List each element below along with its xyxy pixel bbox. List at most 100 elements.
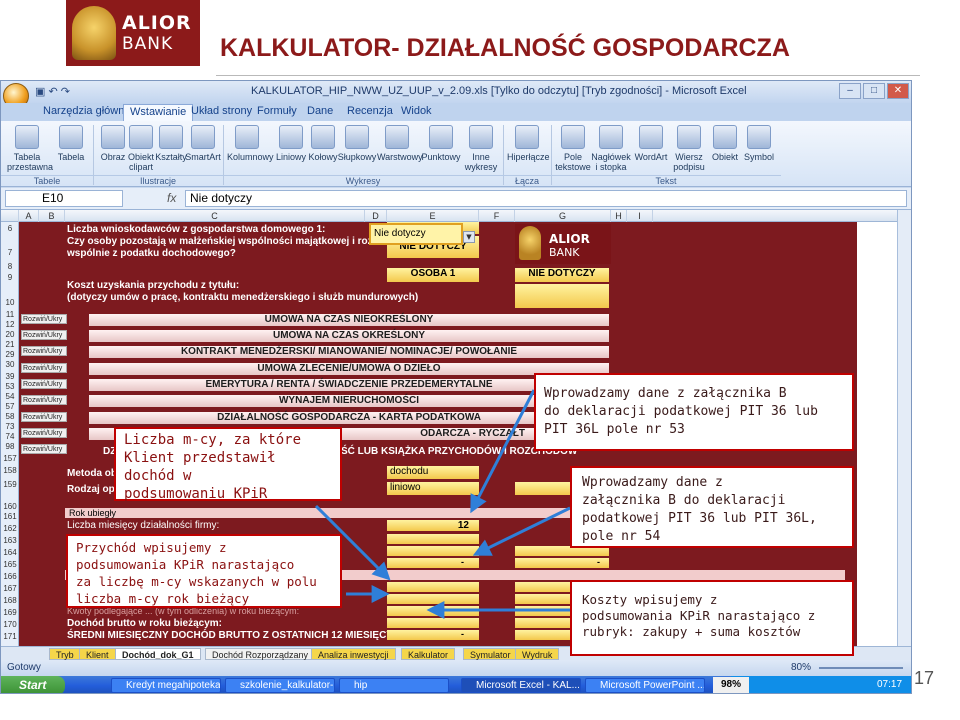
zoom-slider[interactable] [819, 667, 903, 669]
tab-home[interactable]: Narzędzia główne [37, 104, 136, 121]
row-number[interactable]: 158 [1, 466, 19, 475]
column-header[interactable]: C [65, 210, 365, 222]
redo-icon[interactable]: ↷ [61, 86, 70, 98]
row-number[interactable]: 74 [1, 432, 19, 441]
column-chart-button[interactable]: Kolumnowy [227, 125, 274, 162]
sheet-tab[interactable]: Klient [79, 648, 116, 660]
column-header[interactable]: E [387, 210, 479, 222]
cell-e165[interactable] [387, 558, 479, 568]
cell-e171[interactable] [387, 630, 479, 640]
cell-person2-cost[interactable] [515, 284, 609, 308]
cell-koszt-line2[interactable]: (dotyczy umów o pracę, kontraktu menedże… [67, 292, 418, 303]
clock[interactable]: 07:17 [877, 679, 902, 690]
row-number[interactable]: 165 [1, 560, 19, 569]
cell-q2-line2[interactable]: wspólnie z podatku dochodowego? [67, 248, 236, 259]
section-employment-indefinite[interactable]: UMOWA NA CZAS NIEOKREŚLONY [89, 314, 609, 326]
expand-toggle[interactable]: Rozwiń/Ukry [21, 379, 67, 389]
row-number[interactable]: 73 [1, 422, 19, 431]
row-number[interactable]: 8 [1, 262, 19, 271]
cell-e169[interactable] [387, 606, 479, 616]
cell-koszt-line1[interactable]: Koszt uzyskania przychodu z tytułu: [67, 280, 239, 291]
section-rental[interactable]: WYNAJEM NIERUCHOMOŚCI [89, 395, 609, 407]
tab-page-layout[interactable]: Układ strony [185, 104, 258, 121]
sheet-tab-active[interactable]: Dochód_dok_G1 [115, 648, 201, 660]
tab-view[interactable]: Widok [395, 104, 438, 121]
wordart-button[interactable]: WordArt [631, 125, 671, 162]
row-number[interactable]: 54 [1, 392, 19, 401]
tab-review[interactable]: Recenzja [341, 104, 399, 121]
cell-e164[interactable] [387, 546, 479, 556]
sheet-blank-area[interactable] [857, 222, 897, 646]
sheet-tab[interactable]: Wydruk [515, 648, 560, 660]
row-number[interactable]: 170 [1, 620, 19, 629]
row-number[interactable]: 21 [1, 340, 19, 349]
expand-toggle[interactable]: Rozwiń/Ukry [21, 314, 67, 324]
pivot-table-button[interactable]: Tabela przestawna [7, 125, 53, 172]
cell-e167[interactable] [387, 582, 479, 592]
cell-liczba-value[interactable]: 12 [387, 520, 479, 531]
cell-g165[interactable] [515, 558, 609, 568]
sheet-tab[interactable]: Symulator [463, 648, 518, 660]
fx-icon[interactable]: fx [167, 191, 176, 205]
quick-access-toolbar[interactable]: ▣ ↶ ↷ [35, 85, 70, 98]
expand-toggle[interactable]: Rozwiń/Ukry [21, 363, 67, 373]
expand-toggle[interactable]: Rozwiń/Ukry [21, 395, 67, 405]
select-all-corner[interactable] [1, 210, 19, 222]
row-number[interactable]: 9 [1, 273, 19, 282]
expand-toggle[interactable]: Rozwiń/Ukry [21, 330, 67, 340]
row-number[interactable]: 166 [1, 572, 19, 581]
cell-metoda-value[interactable]: dochodu [387, 466, 479, 479]
expand-toggle[interactable]: Rozwiń/Ukry [21, 428, 67, 438]
sheet-tab[interactable]: Dochód Rozporządzany [205, 648, 316, 660]
row-number[interactable]: 53 [1, 382, 19, 391]
column-header[interactable]: G [515, 210, 611, 222]
section-business-tax-card[interactable]: DZIAŁALNOŚĆ GOSPODARCZA - KARTA PODATKOW… [89, 412, 609, 424]
tab-insert[interactable]: Wstawianie [123, 104, 194, 121]
vertical-scrollbar[interactable] [897, 210, 911, 646]
row-number[interactable]: 29 [1, 350, 19, 359]
row-number[interactable]: 157 [1, 454, 19, 463]
cell-dochod-line[interactable]: Dochód brutto w roku bieżącym: [67, 618, 222, 629]
section-civil-contract[interactable]: UMOWA ZLECENIE/UMOWA O DZIEŁO [89, 363, 609, 375]
row-number[interactable]: 161 [1, 512, 19, 521]
cell-q1-label[interactable]: Liczba wnioskodawców z gospodarstwa domo… [67, 224, 325, 235]
row-number[interactable]: 12 [1, 320, 19, 329]
symbol-button[interactable]: Symbol [739, 125, 779, 162]
sheet-tab[interactable]: Kalkulator [401, 648, 456, 660]
row-number[interactable]: 39 [1, 372, 19, 381]
expand-toggle[interactable]: Rozwiń/Ukry [21, 346, 67, 356]
column-header[interactable]: D [365, 210, 387, 222]
taskbar-item[interactable]: Microsoft PowerPoint ... [585, 678, 705, 693]
taskbar-item[interactable]: szkolenie_kalkulator-... [225, 678, 335, 693]
cell-person1-header[interactable]: OSOBA 1 [387, 268, 479, 282]
expand-toggle[interactable]: Rozwiń/Ukry [21, 412, 67, 422]
taskbar-item[interactable]: Kredyt megahipoteka... [111, 678, 221, 693]
hyperlink-button[interactable]: Hiperłącze [507, 125, 550, 162]
row-number[interactable]: 160 [1, 502, 19, 511]
cell-sredni-line[interactable]: ŚREDNI MIESIĘCZNY DOCHÓD BRUTTO Z OSTATN… [67, 630, 396, 641]
row-number[interactable]: 7 [1, 248, 19, 257]
close-icon[interactable]: ✕ [887, 83, 909, 99]
tab-formulas[interactable]: Formuły [251, 104, 303, 121]
column-header[interactable]: H [611, 210, 627, 222]
save-icon[interactable]: ▣ [35, 86, 45, 98]
cell-person2-header[interactable]: NIE DOTYCZY [515, 268, 609, 282]
column-header[interactable]: B [39, 210, 65, 222]
section-employment-fixed[interactable]: UMOWA NA CZAS OKREŚLONY [89, 330, 609, 342]
row-number[interactable]: 20 [1, 330, 19, 339]
battery-indicator[interactable]: 98% [713, 677, 749, 693]
tab-data[interactable]: Dane [301, 104, 339, 121]
expand-toggle[interactable]: Rozwiń/Ukry [21, 444, 67, 454]
start-button[interactable]: Start [1, 676, 65, 693]
other-charts-button[interactable]: Inne wykresy [461, 125, 501, 172]
undo-icon[interactable]: ↶ [48, 86, 57, 98]
row-number[interactable]: 162 [1, 524, 19, 533]
sheet-tab[interactable]: Analiza inwestycji [311, 648, 396, 660]
row-number[interactable]: 57 [1, 402, 19, 411]
section-pension[interactable]: EMERYTURA / RENTA / ŚWIADCZENIE PRZEDEME… [89, 379, 609, 391]
cell-e163[interactable] [387, 534, 479, 544]
table-button[interactable]: Tabela [51, 125, 91, 162]
row-number[interactable]: 11 [1, 310, 19, 319]
row-number[interactable]: 10 [1, 298, 19, 307]
row-number[interactable]: 98 [1, 442, 19, 451]
